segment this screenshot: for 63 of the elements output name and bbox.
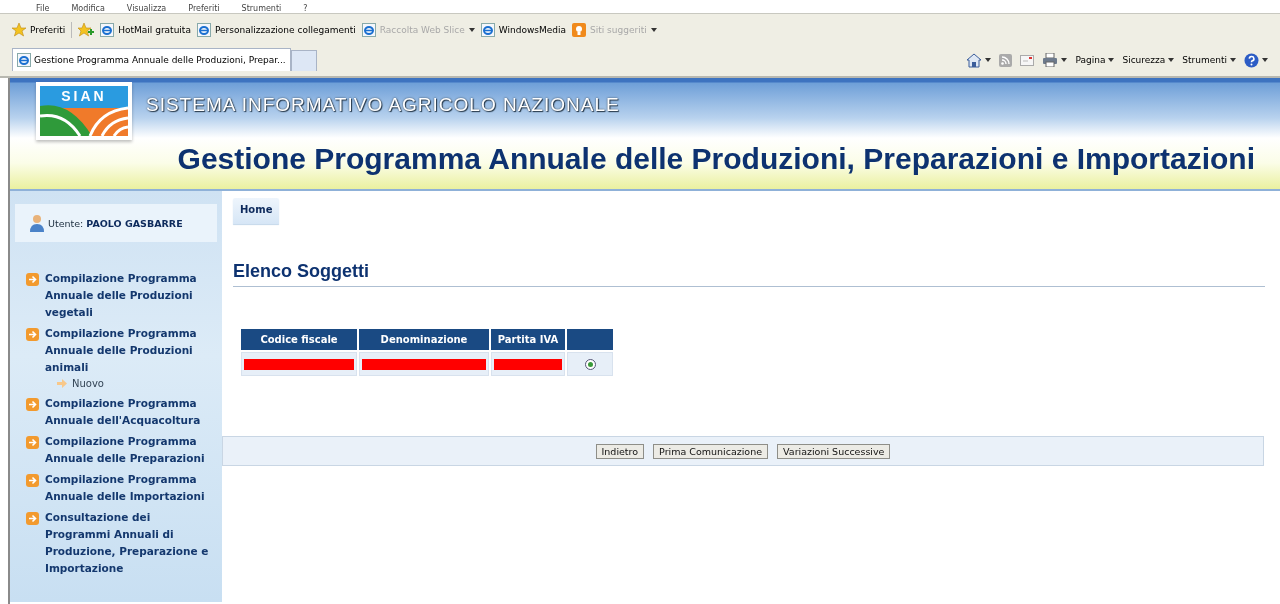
redaction-bar [494, 358, 562, 370]
sidebar-link[interactable]: Consultazione dei Programmi Annuali di Produzione, Preparazione e Importazione [45, 509, 216, 577]
caret-icon [1230, 58, 1236, 62]
sian-logo-drawing: SIAN [40, 86, 128, 136]
sidebar-sublink[interactable]: Nuovo [72, 378, 104, 389]
menu-item[interactable]: Visualizza [126, 4, 167, 13]
command-menu[interactable]: Strumenti [1182, 55, 1227, 65]
browser-icon [17, 53, 31, 67]
page-heading: Gestione Programma Annuale delle Produzioni, Preparazioni e Importazioni [176, 142, 1256, 176]
favorites-button[interactable]: Preferiti [30, 25, 66, 35]
menu-item[interactable]: Preferiti [188, 4, 220, 13]
arrow-icon [26, 328, 39, 341]
site-subtitle: SISTEMA INFORMATIVO AGRICOLO NAZIONALE [146, 94, 620, 116]
arrow-icon [56, 379, 67, 388]
sidebar-link[interactable]: Compilazione Programma Annuale delle Importazioni [45, 471, 216, 505]
caret-icon [1108, 58, 1115, 62]
command-menu[interactable]: Sicurezza [1122, 55, 1166, 65]
arrow-icon [26, 474, 39, 487]
radio-button[interactable] [584, 358, 596, 370]
arrow-icon [26, 273, 39, 286]
arrow-icon [26, 436, 39, 449]
caret-icon [468, 28, 475, 32]
favorite-link[interactable]: Personalizzazione collegamenti [214, 25, 356, 35]
column-header: Codice fiscale [241, 329, 357, 350]
menu-item[interactable]: Strumenti [241, 4, 282, 13]
action-button[interactable]: Variazioni Successive [777, 443, 891, 459]
browser-icon [100, 23, 115, 37]
user-icon [30, 214, 44, 232]
star-icon [12, 23, 26, 37]
column-header: Denominazione [359, 329, 489, 350]
sidebar-link[interactable]: Compilazione Programma Annuale delle Produzioni animali [45, 325, 216, 376]
arrow-icon [26, 512, 39, 525]
printer-icon[interactable] [1042, 53, 1059, 67]
command-menu[interactable]: Pagina [1075, 55, 1106, 65]
home-icon[interactable] [966, 52, 983, 68]
browser-icon [480, 23, 495, 37]
lightbulb-icon [572, 23, 586, 37]
sidebar-link[interactable]: Compilazione Programma Annuale delle Preparazioni [45, 433, 216, 467]
menu-item[interactable]: Modifica [71, 4, 105, 13]
user-label: Utente: PAOLO GASBARRE [48, 217, 183, 229]
menu-item[interactable]: ? [303, 4, 308, 13]
mail-icon[interactable] [1020, 54, 1035, 66]
add-favorite-icon[interactable] [78, 23, 95, 37]
caret-icon [650, 28, 657, 32]
caret-icon [1168, 58, 1175, 62]
arrow-icon [26, 398, 39, 411]
favorite-link[interactable]: HotMail gratuita [118, 25, 191, 35]
caret-icon [1061, 58, 1068, 62]
browser-icon [196, 23, 211, 37]
sidebar-link[interactable]: Compilazione Programma Annuale dell'Acquacoltura [45, 395, 216, 429]
browser-tab[interactable]: Gestione Programma Annuale delle Produzioni, Prepar... [12, 48, 291, 71]
favorite-link[interactable]: WindowsMedia [498, 25, 566, 35]
caret-icon [985, 58, 992, 62]
caret-icon [1262, 58, 1268, 62]
menu-item[interactable]: File [36, 4, 50, 13]
action-button[interactable]: Prima Comunicazione [653, 443, 769, 459]
help-icon[interactable] [1244, 52, 1259, 68]
action-button[interactable]: Indietro [595, 443, 645, 459]
column-header: Partita IVA [491, 329, 565, 350]
home-tab[interactable]: Home [233, 198, 280, 224]
browser-icon [361, 23, 376, 37]
sidebar-link[interactable]: Compilazione Programma Annuale delle Produzioni vegetali [45, 270, 216, 321]
section-title: Elenco Soggetti [233, 261, 1265, 287]
